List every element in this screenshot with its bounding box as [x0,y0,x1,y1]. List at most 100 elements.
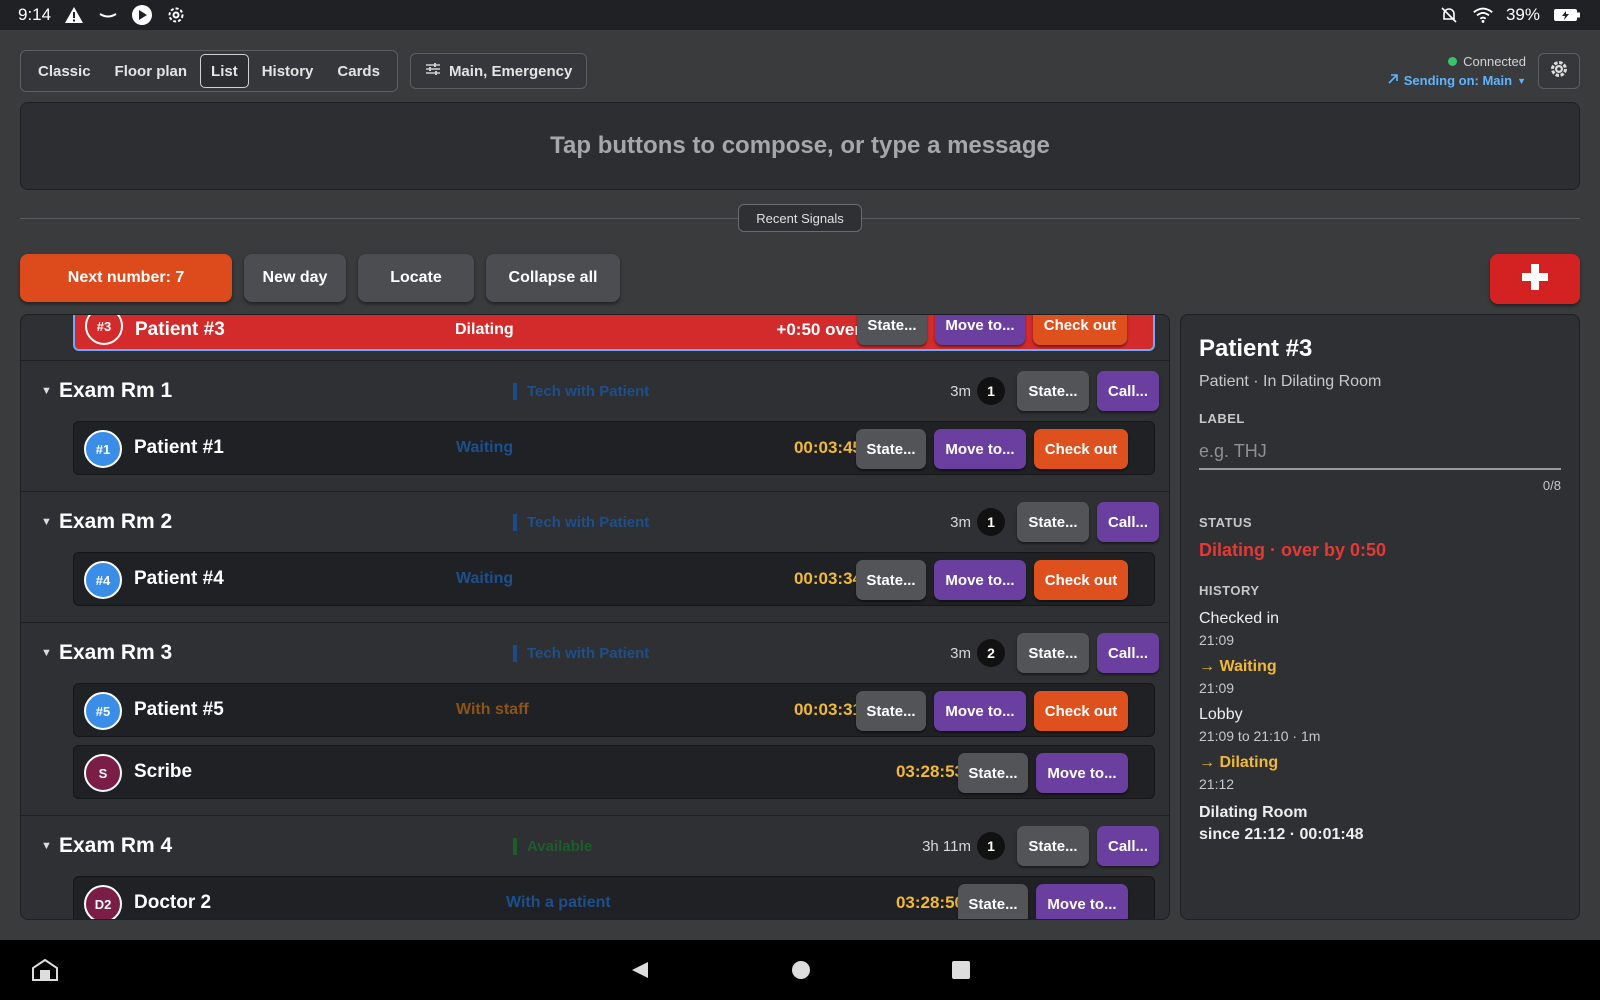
state-button[interactable]: State... [958,884,1028,919]
arrow-up-right-icon [1387,73,1399,88]
home-icon[interactable] [790,940,812,1000]
patient-status: With staff [456,701,529,718]
tab-floor-plan[interactable]: Floor plan [104,54,199,88]
label-input[interactable] [1199,434,1561,470]
new-day-button[interactable]: New day [244,254,346,302]
room-call-button[interactable]: Call... [1097,633,1159,673]
chevron-down-icon: ▼ [1517,75,1526,86]
connected-dot-icon [1448,57,1458,66]
tab-cards[interactable]: Cards [326,54,391,88]
move-to-button[interactable]: Move to... [934,560,1026,600]
staff-row[interactable]: D2 Doctor 2 With a patient 03:28:50 Stat… [73,876,1155,919]
message-compose-area[interactable]: Tap buttons to compose, or type a messag… [20,102,1580,190]
recent-signals-button[interactable]: Recent Signals [738,204,862,232]
move-to-button[interactable]: Move to... [935,315,1025,345]
locate-button[interactable]: Locate [358,254,474,302]
battery-percent: 39% [1505,5,1540,24]
sliders-icon [425,62,441,80]
room-state-button[interactable]: State... [1017,502,1089,542]
check-out-button[interactable]: Check out [1034,691,1128,731]
system-nav-bar [0,940,1600,1000]
compose-placeholder: Tap buttons to compose, or type a messag… [550,132,1050,159]
check-out-button[interactable]: Check out [1034,429,1128,469]
caret-down-icon[interactable]: ▼ [41,840,52,852]
occupant-count: 2 [977,639,1005,667]
gear-icon [1549,59,1569,84]
state-button[interactable]: State... [856,429,926,469]
occupant-count: 1 [977,377,1005,405]
channel-filter-button[interactable]: Main, Emergency [409,53,588,89]
move-to-button[interactable]: Move to... [934,691,1026,731]
occupant-count: 1 [977,832,1005,860]
staff-timer: 03:28:50 [895,893,964,912]
room-time: 3h 11m [922,837,971,855]
collapse-all-button[interactable]: Collapse all [486,254,620,302]
state-button[interactable]: State... [857,315,927,345]
tab-classic[interactable]: Classic [27,54,102,88]
warning-icon [63,4,85,26]
status-heading: STATUS [1199,515,1253,530]
patient-name: Patient #1 [134,437,224,458]
patient-timer: 00:03:31 [793,700,862,719]
add-button[interactable] [1490,254,1580,304]
room-time: 3m [950,644,971,662]
connection-status: Connected Sending on: Main ▼ [1387,54,1526,88]
history-item-time: 21:09 [1199,680,1235,696]
room-state-button[interactable]: State... [1017,371,1089,411]
caret-down-icon[interactable]: ▼ [41,516,52,528]
tab-list[interactable]: List [200,54,249,88]
patient-badge: #1 [84,430,122,468]
sending-channel-selector[interactable]: Sending on: Main ▼ [1387,73,1526,88]
room-state-button[interactable]: State... [1017,826,1089,866]
staff-badge: D2 [84,885,122,919]
patient-detail-panel: Patient #3 Patient · In Dilating Room LA… [1180,314,1580,920]
room-state-button[interactable]: State... [1017,633,1089,673]
patient-status: Waiting [456,439,514,456]
check-out-button[interactable]: Check out [1033,315,1127,345]
patient-status: Dilating [455,321,514,338]
room-call-button[interactable]: Call... [1097,826,1159,866]
caret-down-icon[interactable]: ▼ [41,385,52,397]
back-icon[interactable] [628,940,652,1000]
recents-icon[interactable] [950,940,972,1000]
occupant-count: 1 [977,508,1005,536]
staff-name: Scribe [134,761,193,782]
patient-name: Patient #3 [135,319,225,340]
wifi-icon [1472,4,1494,26]
room-call-button[interactable]: Call... [1097,502,1159,542]
status-value: Dilating · over by 0:50 [1199,540,1387,560]
move-to-button[interactable]: Move to... [1036,753,1128,793]
room-name: Exam Rm 3 [59,641,173,664]
patient-badge: #4 [84,561,122,599]
history-item-time: 21:12 [1199,776,1235,792]
sending-label: Sending on: Main [1403,73,1513,88]
patient-row[interactable]: #4 Patient #4 Waiting 00:03:34 State... … [73,552,1155,606]
settings-button[interactable] [1538,53,1580,89]
history-item-title: Checked in [1199,610,1280,627]
patient-row[interactable]: #5 Patient #5 With staff 00:03:31 State.… [73,683,1155,737]
room-call-button[interactable]: Call... [1097,371,1159,411]
highlighted-patient-row[interactable]: #3 Patient #3 Dilating +0:50 over State.… [73,315,1155,351]
tab-history[interactable]: History [251,54,325,88]
check-out-button[interactable]: Check out [1034,560,1128,600]
room-time: 3m [950,513,971,531]
mute-bell-icon [1438,4,1460,26]
patient-timer: 00:03:34 [793,569,862,588]
patient-status: Waiting [456,570,514,587]
move-to-button[interactable]: Move to... [1036,884,1128,919]
patient-timer: 00:03:45 [793,438,862,457]
state-button[interactable]: State... [958,753,1028,793]
system-status-bar: 9:14 39% [0,0,1600,30]
next-number-button[interactable]: Next number: 7 [20,254,232,302]
view-tabs: Classic Floor plan List History Cards [20,50,398,92]
move-to-button[interactable]: Move to... [934,429,1026,469]
settings-icon [165,4,187,26]
staff-row[interactable]: S Scribe 03:28:53 State... Move to... [73,745,1155,799]
state-button[interactable]: State... [856,560,926,600]
patient-row[interactable]: #1 Patient #1 Waiting 00:03:45 State... … [73,421,1155,475]
home-app-icon[interactable] [28,940,62,1000]
room-list: #3 Patient #3 Dilating +0:50 over State.… [20,314,1170,920]
plus-icon [1520,262,1550,297]
state-button[interactable]: State... [856,691,926,731]
caret-down-icon[interactable]: ▼ [41,647,52,659]
